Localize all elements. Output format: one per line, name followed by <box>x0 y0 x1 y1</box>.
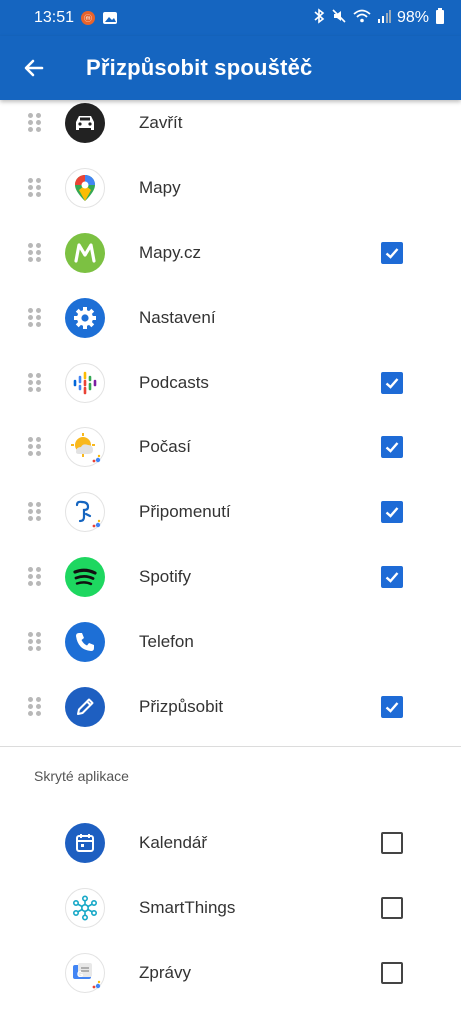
list-item[interactable]: Podcasts <box>0 350 461 415</box>
phone-icon <box>65 621 105 662</box>
drag-handle-icon[interactable] <box>28 566 42 587</box>
pencil-icon <box>65 686 105 727</box>
settings-gear-icon <box>65 297 105 338</box>
app-label: Spotify <box>139 566 191 586</box>
app-label: Telefon <box>139 631 194 651</box>
list-item[interactable]: Kalendář <box>0 811 461 876</box>
drag-handle-icon[interactable] <box>28 631 42 652</box>
signal-icon <box>377 9 391 28</box>
checkbox-checked[interactable] <box>381 436 403 459</box>
check-icon <box>385 377 399 389</box>
back-button[interactable] <box>0 36 68 100</box>
drag-handle-icon[interactable] <box>28 372 42 393</box>
status-bar: 13:51 ⓜ 98% <box>0 0 461 36</box>
check-icon <box>385 572 399 583</box>
drag-handle-icon[interactable] <box>28 437 42 457</box>
drag-handle-icon[interactable] <box>28 178 42 198</box>
app-label: Mapy <box>139 178 181 198</box>
checkbox-checked[interactable] <box>381 371 403 394</box>
wifi-icon <box>353 8 371 29</box>
section-divider <box>0 746 461 747</box>
app-label: Připomenutí <box>139 502 231 522</box>
google-maps-icon <box>65 168 105 209</box>
list-item[interactable]: Zavřít <box>0 91 461 156</box>
app-label: Mapy.cz <box>139 242 202 262</box>
app-label: Počasí <box>139 437 191 457</box>
checkbox-checked[interactable] <box>381 241 403 264</box>
mapy-cz-icon <box>65 232 105 273</box>
status-time: 13:51 <box>34 9 75 26</box>
app-label: SmartThings <box>139 898 236 918</box>
list-item[interactable]: Telefon <box>0 609 461 674</box>
list-item[interactable]: Připomenutí <box>0 480 461 545</box>
spotify-icon <box>65 556 105 597</box>
svg-text:ⓜ: ⓜ <box>84 14 92 23</box>
hidden-apps-list: Kalendář SmartThings G Zprávy <box>0 811 461 1005</box>
drag-handle-icon[interactable] <box>28 242 42 263</box>
list-item[interactable]: Spotify <box>0 545 461 610</box>
list-item[interactable]: Přizpůsobit <box>0 674 461 739</box>
bluetooth-icon <box>313 7 325 29</box>
checkbox-checked[interactable] <box>381 501 403 524</box>
checkbox-checked[interactable] <box>381 565 403 588</box>
check-icon <box>385 442 399 454</box>
list-item[interactable]: SmartThings <box>0 876 461 941</box>
list-item[interactable]: Mapy.cz <box>0 221 461 286</box>
drag-handle-icon[interactable] <box>28 502 42 522</box>
visible-apps-list: Zavřít Mapy Mapy.cz Nastavení Podcasts P… <box>0 100 461 739</box>
smartthings-icon <box>65 888 105 929</box>
battery-percent: 98% <box>396 9 429 26</box>
weather-icon <box>65 427 105 468</box>
page-title: Přizpůsobit spouštěč <box>86 55 313 80</box>
app-label: Nastavení <box>139 307 216 327</box>
app-label: Zavřít <box>139 113 183 133</box>
list-item[interactable]: Mapy <box>0 156 461 221</box>
check-icon <box>385 507 399 518</box>
app-label: Podcasts <box>139 372 209 392</box>
drag-handle-icon[interactable] <box>28 696 42 717</box>
checkbox-unchecked[interactable] <box>381 961 403 984</box>
messages-icon: G <box>65 952 105 993</box>
drag-handle-icon[interactable] <box>28 113 42 133</box>
list-item[interactable]: Nastavení <box>0 285 461 350</box>
notification-icon: ⓜ <box>80 10 96 26</box>
mute-icon <box>331 8 347 29</box>
drag-handle-icon[interactable] <box>28 307 42 328</box>
check-icon <box>385 701 399 713</box>
app-label: Kalendář <box>139 833 208 853</box>
checkbox-checked[interactable] <box>381 695 403 718</box>
car-icon <box>65 103 105 144</box>
checkbox-unchecked[interactable] <box>381 897 403 920</box>
app-bar: Přizpůsobit spouštěč <box>0 36 461 100</box>
podcasts-icon <box>65 362 105 403</box>
list-item[interactable]: Počasí <box>0 415 461 480</box>
arrow-left-icon <box>24 59 44 77</box>
reminder-icon <box>65 492 105 533</box>
gallery-icon <box>102 10 118 26</box>
battery-icon <box>435 7 445 29</box>
section-title: Skryté aplikace <box>34 768 129 784</box>
calendar-icon <box>65 823 105 864</box>
app-label: Zprávy <box>139 962 191 982</box>
check-icon <box>385 248 399 259</box>
app-label: Přizpůsobit <box>139 696 224 716</box>
list-item[interactable]: G Zprávy <box>0 941 461 1006</box>
checkbox-unchecked[interactable] <box>381 832 403 855</box>
